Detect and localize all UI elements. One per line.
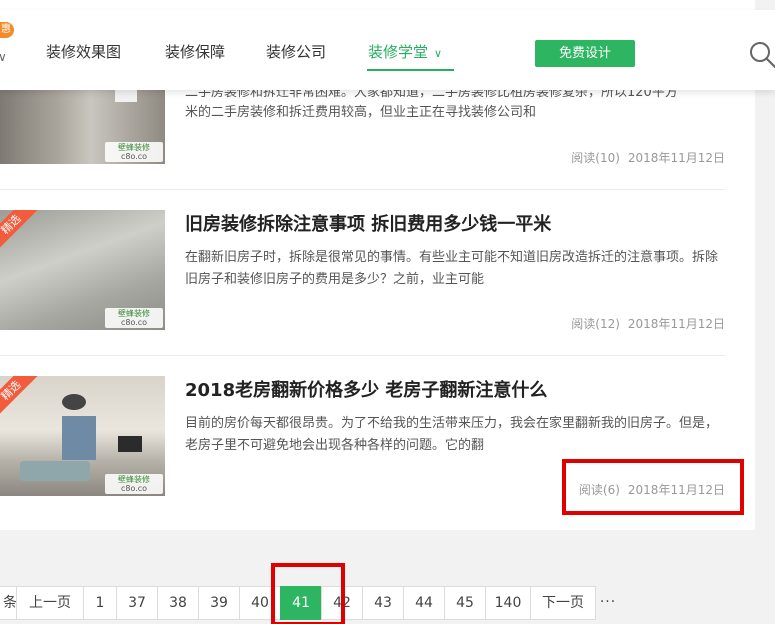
article-title[interactable]: 旧房装修拆除注意事项 拆旧费用多少钱一平米 xyxy=(185,210,551,236)
top-nav-bar: 惠 ∨ 装修效果图 装修保障 装修公司 装修学堂 ∨ 免费设计 xyxy=(0,10,775,90)
page-button[interactable]: 44 xyxy=(403,586,445,620)
page-button[interactable]: 43 xyxy=(362,586,404,620)
article-meta: 阅读(12) 2018年11月12日 xyxy=(571,315,725,332)
page-button[interactable]: 37 xyxy=(116,586,158,620)
active-nav-underline xyxy=(367,69,454,71)
nav-item-companies[interactable]: 装修公司 xyxy=(266,41,326,62)
window-shape xyxy=(62,416,96,460)
hot-badge: 惠 xyxy=(0,22,14,38)
featured-ribbon: 精选 xyxy=(0,210,42,256)
prev-page-button[interactable]: 上一页 xyxy=(16,586,84,620)
next-page-button[interactable]: 下一页 xyxy=(530,586,596,620)
article-meta: 阅读(10) 2018年11月12日 xyxy=(571,149,725,166)
view-count: 阅读(10) xyxy=(571,151,620,165)
article-thumbnail[interactable]: 精选 壁蜂装修 c8o.co xyxy=(0,210,165,330)
chandelier-shape xyxy=(62,394,86,410)
article-summary: 目前的房价每天都很昂贵。为了不给我的生活带来压力，我会在家里翻新我的旧房子。但是… xyxy=(185,416,719,453)
page-ellipsis: ··· xyxy=(599,594,617,610)
page-button[interactable]: 140 xyxy=(485,586,531,620)
search-icon[interactable] xyxy=(748,40,775,70)
nav-item-renderings[interactable]: 装修效果图 xyxy=(46,41,121,62)
watermark-logo: 壁蜂装修 c8o.co xyxy=(105,308,163,328)
page-button[interactable]: 1 xyxy=(83,586,117,620)
watermark-logo: 壁蜂装修 c8o.co xyxy=(105,142,163,162)
article-summary: 在翻新旧房子时，拆除是很常见的事情。有些业主可能不知道旧房改造拆迁的注意事项。拆… xyxy=(185,250,719,287)
page-total-label: 条 xyxy=(0,586,17,620)
highlight-box-page xyxy=(271,563,345,624)
article-summary: 米的二手房装修和拆迁费用较高，但业主正在寻找装修公司和 xyxy=(185,105,537,120)
chevron-down-icon[interactable]: ∨ xyxy=(0,50,7,64)
featured-ribbon: 精选 xyxy=(0,376,42,422)
view-count: 阅读(12) xyxy=(571,317,620,331)
nav-item-academy-label: 装修学堂 xyxy=(368,43,429,61)
watermark-logo: 壁蜂装修 c8o.co xyxy=(105,474,163,494)
free-design-button[interactable]: 免费设计 xyxy=(535,40,635,67)
page-button[interactable]: 39 xyxy=(198,586,240,620)
article-title[interactable]: 2018老房翻新价格多少 老房子翻新注意什么 xyxy=(185,376,547,402)
chevron-down-icon: ∨ xyxy=(434,47,443,60)
nav-item-guarantee[interactable]: 装修保障 xyxy=(165,41,225,62)
tv-shape xyxy=(118,436,142,452)
publish-date: 2018年11月12日 xyxy=(627,151,725,165)
page-button[interactable]: 38 xyxy=(157,586,199,620)
page-button[interactable]: 45 xyxy=(444,586,486,620)
sofa-shape xyxy=(20,461,90,481)
article-item[interactable]: 精选 壁蜂装修 c8o.co 旧房装修拆除注意事项 拆旧费用多少钱一平米 在翻新… xyxy=(0,190,725,356)
nav-item-academy[interactable]: 装修学堂 ∨ xyxy=(368,41,442,62)
highlight-box-meta xyxy=(562,459,744,515)
article-thumbnail[interactable]: 精选 壁蜂装修 c8o.co xyxy=(0,376,165,496)
publish-date: 2018年11月12日 xyxy=(627,317,725,331)
